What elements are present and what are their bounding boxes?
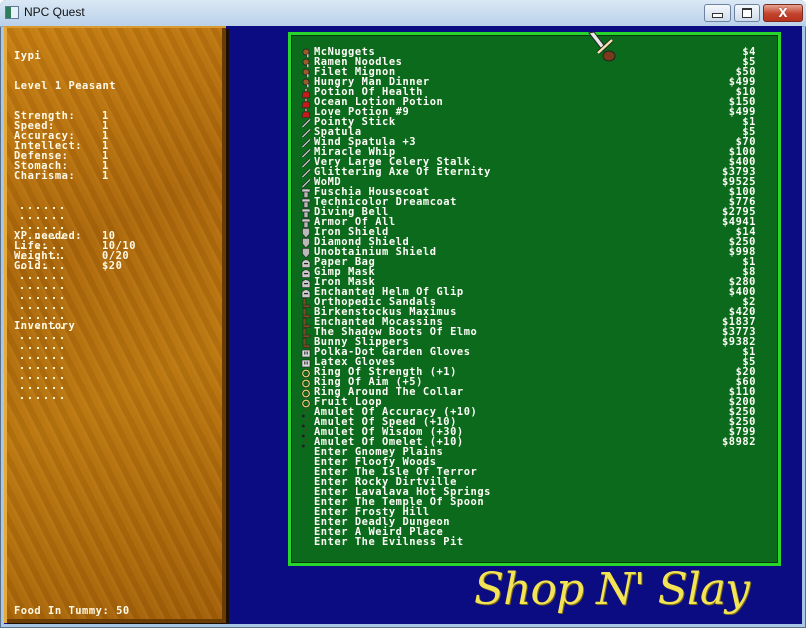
minimize-icon xyxy=(712,13,723,18)
ring-icon xyxy=(301,369,311,378)
inventory-slot-empty[interactable] xyxy=(17,394,67,404)
helmet-icon xyxy=(301,289,311,298)
shop-item-price: $8982 xyxy=(721,436,756,448)
gloves-icon xyxy=(301,359,311,368)
armor-icon xyxy=(301,188,311,198)
maximize-icon xyxy=(742,8,752,18)
amulet-icon xyxy=(301,428,310,438)
inventory-slot-empty[interactable] xyxy=(17,344,67,354)
helmet-icon xyxy=(301,259,311,268)
character-level: Level 1 Peasant xyxy=(14,80,117,92)
shop-panel: McNuggets $4 Ramen Noodles $5 Filet Mignon $5… xyxy=(288,32,781,566)
helmet-icon xyxy=(301,269,311,278)
close-button[interactable]: X xyxy=(763,4,803,22)
shield-icon xyxy=(302,238,310,248)
ring-icon xyxy=(301,379,311,388)
ring-icon xyxy=(301,389,311,398)
window-title: NPC Quest xyxy=(24,5,85,19)
inventory-slot-empty[interactable] xyxy=(17,334,67,344)
inventory-slot-empty[interactable] xyxy=(17,324,67,334)
weapon-icon xyxy=(301,148,311,158)
boots-icon xyxy=(302,328,311,338)
maximize-button[interactable] xyxy=(734,4,760,22)
inventory-slot-empty[interactable] xyxy=(17,254,67,264)
potion-icon xyxy=(301,98,311,108)
game-area: Iypi Level 1 Peasant Strength: 1 Speed: 1 Ac… xyxy=(4,26,802,624)
boots-icon xyxy=(302,298,311,308)
food-icon xyxy=(302,48,310,58)
title-bar[interactable]: NPC Quest X xyxy=(0,0,806,27)
inventory-slot-empty[interactable] xyxy=(17,364,67,374)
inventory-slot-empty[interactable] xyxy=(17,314,67,324)
minimize-button[interactable] xyxy=(704,4,731,22)
shield-icon xyxy=(302,248,310,258)
sword-cursor-icon xyxy=(588,31,616,62)
boots-icon xyxy=(302,308,311,318)
inventory-slot-empty[interactable] xyxy=(17,384,67,394)
close-icon: X xyxy=(778,6,788,20)
destination-label: Enter The Evilness Pit xyxy=(314,536,464,548)
ring-icon xyxy=(301,399,311,408)
amulet-icon xyxy=(301,418,310,428)
amulet-icon xyxy=(301,408,310,418)
armor-icon xyxy=(301,198,311,208)
food-icon xyxy=(302,58,310,68)
stat-value: 1 xyxy=(102,170,109,182)
boots-icon xyxy=(302,338,311,348)
shop-n-slay-logo: Shop N' Slay xyxy=(474,564,750,615)
inventory-slot-empty[interactable] xyxy=(17,274,67,284)
inventory-slot-empty[interactable] xyxy=(17,294,67,304)
inventory-list xyxy=(17,204,67,404)
character-name: Iypi xyxy=(14,50,42,62)
inventory-slot-empty[interactable] xyxy=(17,264,67,274)
inventory-slot-empty[interactable] xyxy=(17,244,67,254)
stat-label: Charisma: xyxy=(14,170,76,182)
shop-item-row[interactable]: Pointy Stick $1 xyxy=(301,117,756,128)
inventory-slot-empty[interactable] xyxy=(17,224,67,234)
weapon-icon xyxy=(301,138,311,148)
helmet-icon xyxy=(301,279,311,288)
weapon-icon xyxy=(301,158,311,168)
inventory-slot-empty[interactable] xyxy=(17,354,67,364)
inventory-slot-empty[interactable] xyxy=(17,374,67,384)
app-icon xyxy=(5,6,19,19)
boots-icon xyxy=(302,318,311,328)
app-window: NPC Quest X Iypi Level 1 Peasant Strengt… xyxy=(0,0,806,628)
food-in-tummy: Food In Tummy: 50 xyxy=(14,605,130,617)
inventory-slot-empty[interactable] xyxy=(17,214,67,224)
destination-row[interactable]: Enter The Evilness Pit xyxy=(301,536,756,548)
weapon-icon xyxy=(301,118,311,128)
inventory-slot-empty[interactable] xyxy=(17,234,67,244)
gloves-icon xyxy=(301,349,311,358)
weapon-icon xyxy=(301,178,311,188)
food-icon xyxy=(302,68,310,78)
food-icon xyxy=(302,78,310,88)
stat-row: Charisma: 1 xyxy=(14,171,136,181)
weapon-icon xyxy=(301,168,311,178)
shop-item-row[interactable]: Glittering Axe Of Eternity $3793 xyxy=(301,167,756,178)
potion-icon xyxy=(301,88,311,98)
shield-icon xyxy=(302,228,310,238)
armor-icon xyxy=(301,208,311,218)
inventory-slot-empty[interactable] xyxy=(17,204,67,214)
status-value: $20 xyxy=(102,260,123,272)
amulet-icon xyxy=(301,438,310,448)
inventory-slot-empty[interactable] xyxy=(17,284,67,294)
weapon-icon xyxy=(301,128,311,138)
character-panel: Iypi Level 1 Peasant Strength: 1 Speed: 1 Ac… xyxy=(4,26,226,623)
inventory-slot-empty[interactable] xyxy=(17,304,67,314)
potion-icon xyxy=(301,108,311,118)
armor-icon xyxy=(301,218,311,228)
